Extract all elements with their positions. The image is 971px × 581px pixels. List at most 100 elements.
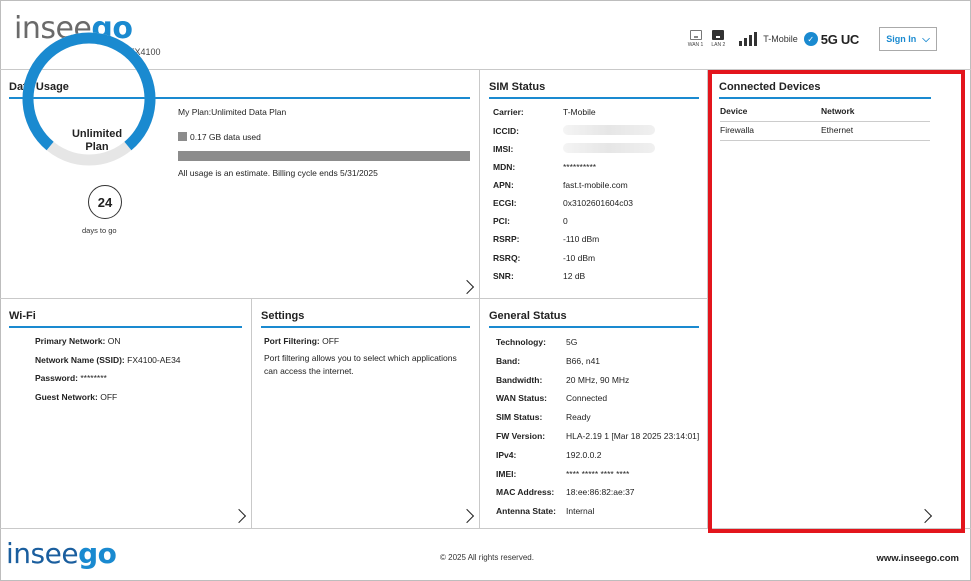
info-value: ******** [80,373,107,383]
lan-port-icon: LAN 2 [711,30,725,48]
panel-title: SIM Status [489,81,699,99]
panel-title: Wi-Fi [9,310,242,328]
days-to-go-label: days to go [82,226,117,235]
info-row: FW Version: HLA-2.19 1 [Mar 18 2025 23:14… [496,431,699,441]
data-used-text: 0.17 GB data used [178,132,261,142]
info-value: **** ***** **** **** [566,468,630,479]
info-row: Network Name (SSID): FX4100-AE34 [35,355,181,365]
info-value: -10 dBm [563,252,596,263]
info-key: Bandwidth: [496,374,543,385]
info-key: Technology: [496,337,546,347]
info-row: RSRQ: -10 dBm [493,253,595,263]
info-value: ********** [563,161,597,172]
info-value: fast.t-mobile.com [563,179,628,190]
my-plan-text: My Plan:Unlimited Data Plan [178,107,287,117]
info-row: Band: B66, n41 [496,356,600,366]
legend-swatch [178,132,187,141]
info-value: 192.0.0.2 [566,449,602,460]
info-key: Antenna State: [496,506,556,517]
info-key: WAN Status: [496,393,547,404]
info-value: OFF [100,391,118,402]
chevron-down-icon: ⌵ [922,33,930,45]
port-filtering-row: Port Filtering: OFF [264,336,340,346]
info-row: RSRP: -110 dBm [493,234,599,244]
footer-logo[interactable]: inseego [6,538,117,570]
redacted-value [563,143,655,154]
info-row: MDN: ********** [493,162,596,172]
info-value: 18:ee:86:82:ae:37 [566,487,635,498]
info-value: 0x3102601604c03 [563,198,633,208]
info-key: MAC Address: [496,487,555,498]
signal-strength-icon [739,32,759,46]
info-row: SIM Status: Ready [496,412,591,422]
usage-note: All usage is an estimate. Billing cycle … [178,168,378,178]
info-value: 20 MHz, 90 MHz [566,374,630,385]
info-row: IPv4: 192.0.0.2 [496,450,601,460]
carrier-name: T-Mobile [763,34,798,44]
info-value: Ready [566,412,591,423]
port-filtering-desc-2: can access the internet. [264,366,354,376]
info-row: MAC Address: 18:ee:86:82:ae:37 [496,487,635,497]
info-row: PCI: 0 [493,216,568,226]
panel-title: Settings [261,310,470,328]
info-value: -110 dBm [563,234,600,245]
info-row: Bandwidth: 20 MHz, 90 MHz [496,375,629,385]
website-link[interactable]: www.inseego.com [876,553,959,564]
port-filtering-desc-1: Port filtering allows you to select whic… [264,353,457,363]
info-row: WAN Status: Connected [496,393,607,403]
wifi-panel: Wi-Fi [0,299,252,529]
network-type-badge: ✓ 5G UC [803,32,859,47]
info-key: IMSI: [493,144,514,155]
info-row: Password: ******** [35,373,107,383]
info-key: Network Name (SSID): [35,354,125,365]
settings-panel: Settings [252,299,480,529]
info-key: RSRP: [493,234,520,245]
info-key: PCI: [493,216,510,227]
info-value: 0 [563,216,568,227]
info-row: APN: fast.t-mobile.com [493,180,628,190]
info-key: Guest Network: [35,391,98,402]
info-value: FX4100-AE34 [127,354,181,365]
info-key: IPv4: [496,449,517,460]
info-row: Primary Network: ON [35,336,121,346]
info-value: Connected [566,393,608,404]
info-key: MDN: [493,161,516,172]
panel-title: General Status [489,310,699,328]
info-row: Carrier: T-Mobile [493,107,596,117]
info-row: SNR: 12 dB [493,271,585,281]
info-value: B66, n41 [566,355,601,366]
info-value: T-Mobile [563,107,596,117]
info-key: ECGI: [493,198,517,208]
info-key: ICCID: [493,126,519,137]
info-row: Guest Network: OFF [35,392,117,402]
info-key: Primary Network: [35,336,106,346]
info-row: ECGI: 0x3102601604c03 [493,198,633,208]
info-value: 12 dB [563,270,586,281]
info-value: 5G [566,337,578,347]
plan-center-label: Unlimited Plan [71,128,123,153]
info-key: IMEI: [496,468,517,479]
wan-port-icon: WAN 1 [688,30,703,48]
info-row: IMSI: [493,143,655,154]
highlight-box [708,70,965,533]
status-bar: WAN 1 LAN 2 T-Mobile ✓ 5G UC Sign In ⌵ [688,26,937,52]
info-key: APN: [493,179,514,190]
info-key: SIM Status: [496,412,543,423]
info-row: ICCID: [493,125,655,136]
info-key: SNR: [493,270,514,281]
info-key: Carrier: [493,107,524,117]
info-value: HLA-2.19 1 [Mar 18 2025 23:14:01] [566,431,700,441]
info-key: Password: [35,373,78,383]
info-key: RSRQ: [493,252,521,263]
info-row: IMEI: **** ***** **** **** [496,469,629,479]
redacted-value [563,125,655,136]
info-row: Technology: 5G [496,337,577,347]
info-row: Antenna State: Internal [496,506,594,516]
sign-in-button[interactable]: Sign In ⌵ [879,27,937,51]
info-key: Band: [496,355,521,366]
days-remaining-circle: 24 [88,185,122,219]
usage-bar [178,151,470,161]
info-value: ON [107,336,121,346]
info-key: FW Version: [496,431,546,441]
copyright: © 2025 All rights reserved. [440,553,534,562]
